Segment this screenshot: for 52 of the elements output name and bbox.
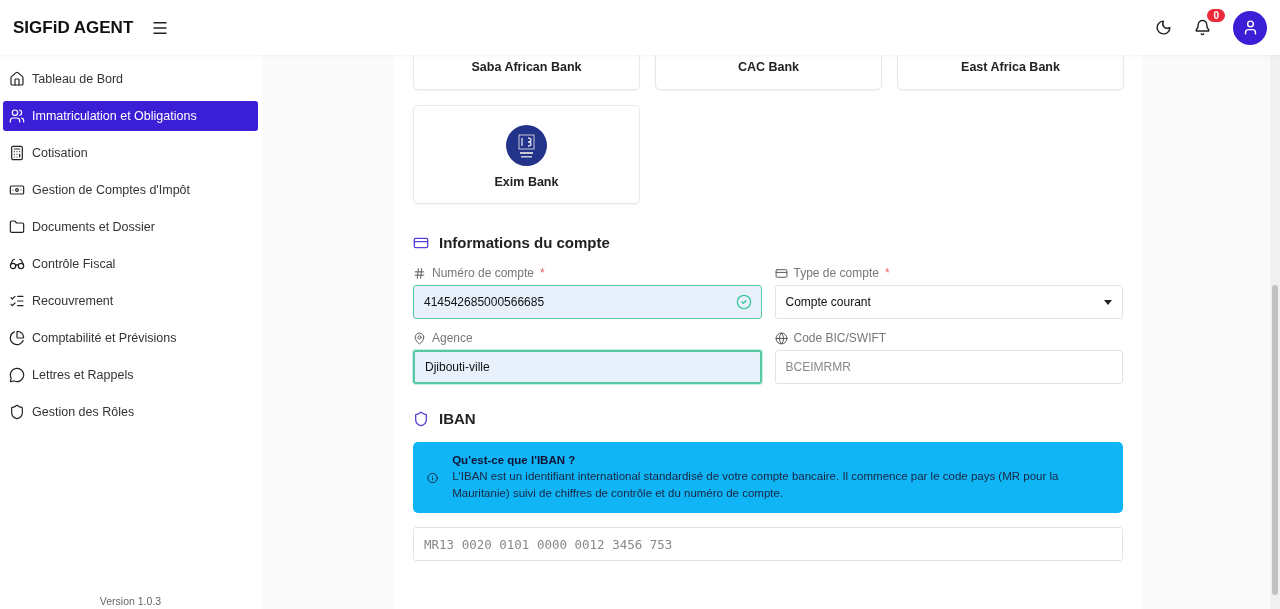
users-icon bbox=[9, 108, 25, 124]
sidebar-item[interactable]: Tableau de Bord bbox=[3, 64, 258, 94]
speech-bubble-icon bbox=[9, 367, 25, 383]
field-label: Agence bbox=[432, 331, 473, 345]
sidebar-item[interactable]: Comptabilité et Prévisions bbox=[3, 323, 258, 353]
sidebar-item[interactable]: Gestion des Rôles bbox=[3, 397, 258, 427]
list-check-icon bbox=[9, 293, 25, 309]
section-title: IBAN bbox=[439, 410, 476, 427]
field-label: Code BIC/SWIFT bbox=[793, 331, 887, 345]
version-text: Version 1.0.3 bbox=[98, 595, 163, 609]
sidebar-item[interactable]: Lettres et Rappels bbox=[3, 360, 258, 390]
sidebar-item[interactable]: Immatriculation et Obligations bbox=[3, 101, 258, 131]
required-asterisk: * bbox=[884, 266, 890, 280]
sidebar-item[interactable]: Recouvrement bbox=[3, 286, 258, 316]
banknote-icon bbox=[9, 182, 25, 198]
house-icon bbox=[9, 71, 25, 87]
pie-chart-icon bbox=[9, 330, 25, 346]
info-text: L'IBAN est un identifiant international standardisé de votre compte bancaire. Il commence par le code pays (MR pour la Mauritanie) suivi de chiffres de contrôle et du numéro de compte. bbox=[452, 469, 1060, 501]
bank-card[interactable]: East Africa Bank bbox=[897, 55, 1124, 90]
info-title: Qu'est-ce que l'IBAN ? bbox=[452, 454, 577, 466]
user-avatar[interactable] bbox=[1233, 10, 1267, 45]
input-field[interactable]: BCEIMRMR bbox=[774, 350, 1123, 384]
notification-badge: 0 bbox=[1207, 9, 1225, 22]
scrollbar[interactable] bbox=[1270, 55, 1280, 609]
bank-card[interactable]: CAC Bank bbox=[655, 55, 882, 90]
check-circle-icon bbox=[735, 294, 752, 310]
shield-icon bbox=[413, 410, 429, 427]
bank-card[interactable]: Saba African Bank bbox=[413, 55, 640, 90]
hash-icon bbox=[413, 266, 426, 280]
input-field[interactable]: 414542685000566685 bbox=[413, 285, 762, 319]
caret-icon bbox=[1104, 299, 1112, 305]
location-pin-icon bbox=[413, 331, 426, 345]
section-title: Informations du compte bbox=[439, 234, 610, 251]
sidebar-item[interactable]: Contrôle Fiscal bbox=[3, 249, 258, 279]
bank-logo-icon bbox=[506, 124, 547, 166]
folder-icon bbox=[9, 219, 25, 235]
sidebar-item[interactable]: Cotisation bbox=[3, 138, 258, 168]
calculator-icon bbox=[9, 145, 25, 161]
iban-field[interactable]: MR13 0020 0101 0000 0012 3456 753 bbox=[413, 527, 1123, 562]
input-field[interactable]: Djibouti-ville bbox=[413, 350, 762, 384]
shield-icon bbox=[9, 404, 25, 420]
sidebar-item[interactable]: Documents et Dossier bbox=[3, 212, 258, 242]
glasses-icon bbox=[9, 256, 25, 272]
select-field[interactable]: Compte courant bbox=[774, 285, 1123, 319]
sidebar-item[interactable]: Gestion de Comptes d'Impôt bbox=[3, 175, 258, 205]
card-icon bbox=[774, 266, 788, 280]
field-label: Numéro de compte bbox=[432, 266, 535, 280]
bank-card[interactable]: Exim Bank bbox=[413, 105, 640, 204]
field-label: Type de compte bbox=[793, 266, 879, 280]
required-asterisk: * bbox=[540, 266, 545, 280]
app-logo-text: SIGFiD AGENT bbox=[13, 17, 134, 38]
globe-icon bbox=[774, 331, 788, 345]
